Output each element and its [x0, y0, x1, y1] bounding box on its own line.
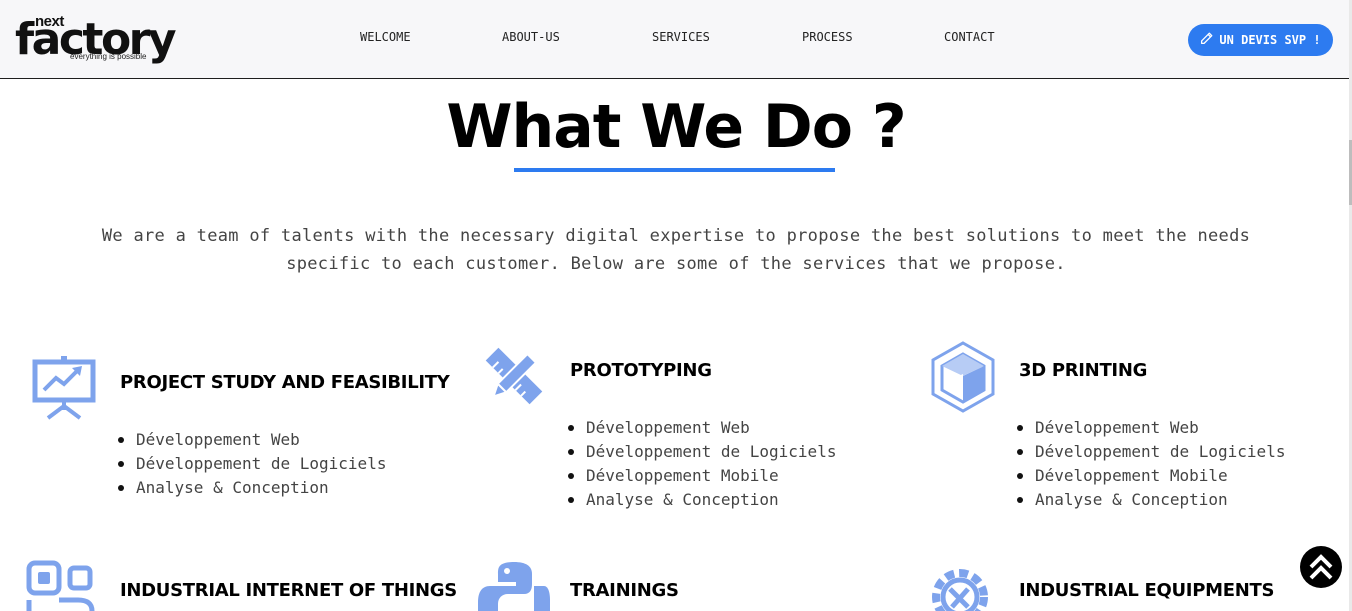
python-icon: [478, 560, 550, 611]
title-underline: [514, 168, 835, 172]
list-item: Développement Web: [118, 428, 386, 452]
presentation-board-icon: [32, 356, 96, 425]
list-item: Analyse & Conception: [1017, 488, 1285, 512]
nav-welcome[interactable]: WELCOME: [360, 30, 411, 44]
service-title: INDUSTRIAL EQUIPMENTS: [1019, 580, 1275, 601]
nav-about-us[interactable]: ABOUT-US: [502, 30, 560, 44]
list-item: Développement de Logiciels: [568, 440, 836, 464]
list-item: Développement de Logiciels: [1017, 440, 1285, 464]
quote-request-button[interactable]: UN DEVIS SVP !: [1188, 24, 1333, 56]
list-item: Développement Mobile: [568, 464, 836, 488]
intro-line-2: specific to each customer. Below are som…: [286, 254, 1066, 274]
ruler-pencil-icon: [485, 347, 543, 410]
service-title: PROTOTYPING: [570, 360, 712, 381]
service-title: 3D PRINTING: [1019, 360, 1148, 381]
logo-tagline: everything is possible: [70, 52, 147, 61]
circuit-icon: [26, 560, 102, 611]
list-item: Développement Web: [1017, 416, 1285, 440]
logo[interactable]: next factory everything is possible: [15, 14, 177, 64]
list-item: Analyse & Conception: [568, 488, 836, 512]
list-item: Analyse & Conception: [118, 476, 386, 500]
list-item: Développement Web: [568, 416, 836, 440]
nav-services[interactable]: SERVICES: [652, 30, 710, 44]
cube-icon: [930, 340, 996, 419]
nav-contact[interactable]: CONTACT: [944, 30, 995, 44]
service-list: Développement Web Développement de Logic…: [118, 428, 386, 500]
service-title: TRAININGS: [570, 580, 679, 601]
pencil-icon: [1200, 32, 1213, 48]
list-item: Développement Mobile: [1017, 464, 1285, 488]
page-title: What We Do ?: [446, 92, 906, 162]
back-to-top-button[interactable]: [1300, 546, 1342, 588]
intro-line-1: We are a team of talents with the necess…: [101, 226, 1251, 246]
quote-request-label: UN DEVIS SVP !: [1219, 33, 1321, 47]
site-header: next factory everything is possible WELC…: [0, 0, 1349, 79]
intro-text: We are a team of talents with the necess…: [60, 222, 1292, 278]
nav-process[interactable]: PROCESS: [802, 30, 853, 44]
service-title: INDUSTRIAL INTERNET OF THINGS: [120, 580, 457, 601]
list-item: Développement de Logiciels: [118, 452, 386, 476]
gear-wrench-icon: [928, 563, 992, 611]
service-title: PROJECT STUDY AND FEASIBILITY: [120, 372, 450, 393]
service-list: Développement Web Développement de Logic…: [568, 416, 836, 512]
service-list: Développement Web Développement de Logic…: [1017, 416, 1285, 512]
